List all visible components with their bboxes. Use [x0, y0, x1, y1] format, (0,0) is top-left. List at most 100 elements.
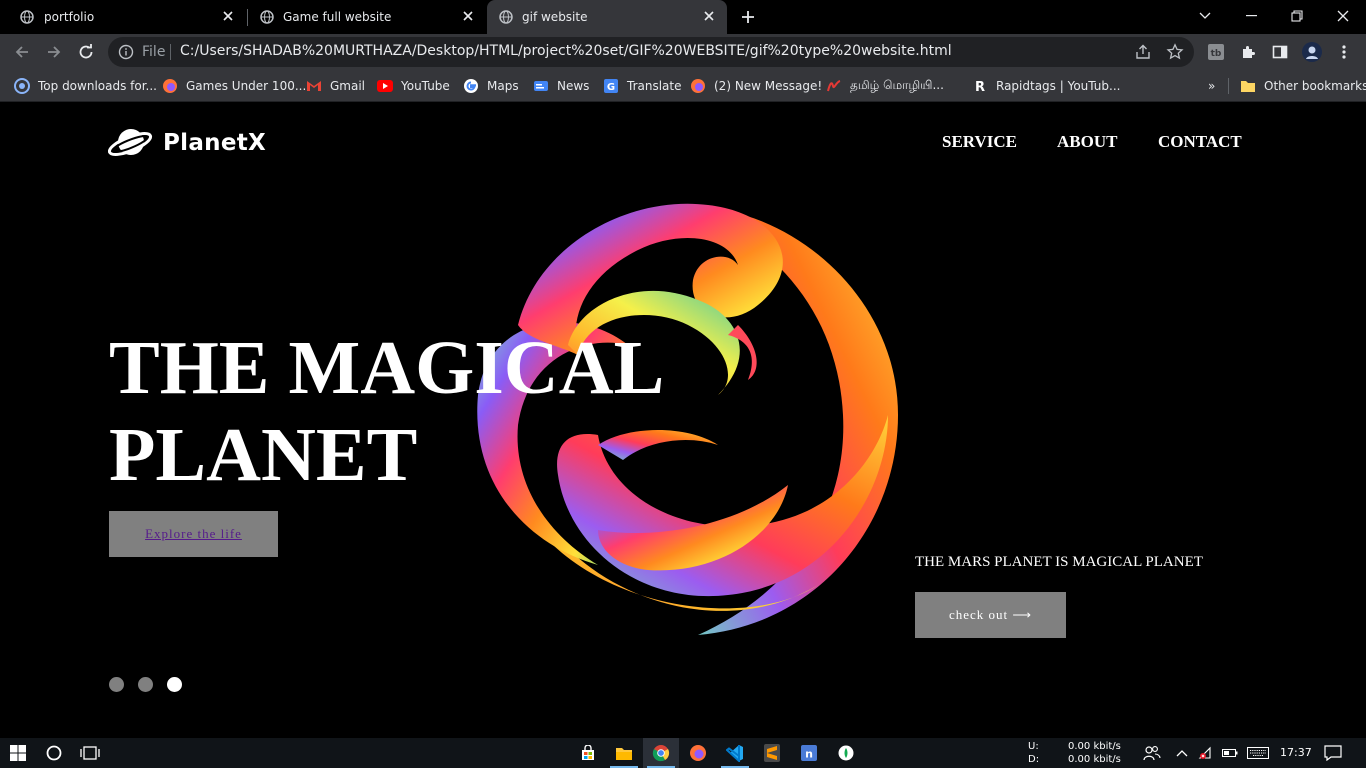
- explore-button[interactable]: Explore the life: [109, 511, 278, 557]
- keyboard-icon: [1247, 747, 1269, 759]
- more-bookmarks-button[interactable]: »: [1208, 76, 1215, 96]
- taskbar-app-vscode[interactable]: [717, 738, 753, 768]
- slide-indicator-2[interactable]: [138, 677, 153, 692]
- start-button[interactable]: [0, 738, 36, 768]
- close-icon[interactable]: [701, 8, 717, 24]
- store-icon: [582, 745, 594, 760]
- bookmark-item[interactable]: Top downloads for...: [14, 76, 157, 96]
- profile-avatar[interactable]: [1302, 42, 1322, 62]
- task-view-button[interactable]: [72, 738, 108, 768]
- clock-time[interactable]: 17:37: [1280, 746, 1312, 759]
- check-out-button[interactable]: check out ⟶: [915, 592, 1066, 638]
- reload-icon: [79, 44, 93, 59]
- taskbar-app-store[interactable]: [570, 738, 606, 768]
- notion-icon: n: [801, 745, 817, 761]
- taskbar-app-chrome[interactable]: [643, 738, 679, 768]
- close-window-button[interactable]: [1320, 0, 1366, 32]
- globe-icon: [499, 10, 513, 24]
- tab-portfolio[interactable]: portfolio: [0, 0, 246, 34]
- extension-1-icon[interactable]: tb: [1206, 42, 1226, 62]
- softonic-icon: [14, 78, 30, 94]
- slide-indicator-1[interactable]: [109, 677, 124, 692]
- tab-title: gif website: [522, 10, 588, 24]
- other-bookmarks-folder[interactable]: Other bookmarks: [1240, 76, 1366, 96]
- address-bar[interactable]: File C:/Users/SHADAB%20MURTHAZA/Desktop/…: [108, 37, 1194, 67]
- tab-title: portfolio: [44, 10, 95, 24]
- chevron-up-icon: [1176, 750, 1188, 757]
- notification-icon: [1324, 745, 1342, 761]
- firefox-icon: [690, 745, 706, 761]
- keyboard-button[interactable]: [1242, 738, 1274, 768]
- battery-icon: [1222, 749, 1238, 757]
- tamil-site-icon: [826, 78, 842, 94]
- search-button[interactable]: [36, 738, 72, 768]
- tab-title: Game full website: [283, 10, 392, 24]
- bookmark-label: (2) New Message!: [714, 79, 823, 93]
- side-panel-icon[interactable]: [1270, 42, 1290, 62]
- close-icon[interactable]: [460, 8, 476, 24]
- bookmark-label: Gmail: [330, 79, 366, 93]
- gmail-icon: [306, 78, 322, 94]
- bookmark-item[interactable]: (2) New Message!: [690, 76, 822, 96]
- restore-button[interactable]: [1274, 0, 1320, 32]
- tab-search-button[interactable]: [1182, 0, 1228, 32]
- divider: [1228, 78, 1229, 94]
- taskbar-app-mongodb[interactable]: [828, 738, 864, 768]
- taskbar-app-notion[interactable]: n: [791, 738, 827, 768]
- minimize-button[interactable]: [1228, 0, 1274, 32]
- restore-icon: [1291, 10, 1303, 22]
- info-icon[interactable]: [118, 44, 134, 60]
- firefox-icon: [162, 78, 178, 94]
- chrome-icon: [652, 745, 670, 762]
- bookmark-item[interactable]: Maps: [463, 76, 519, 96]
- bookmark-label: YouTube: [401, 79, 450, 93]
- site-logo[interactable]: PlanetX: [108, 125, 266, 160]
- nav-link-service[interactable]: SERVICE: [942, 132, 1017, 152]
- bookmarks-bar: Top downloads for... Games Under 100... …: [0, 70, 1366, 102]
- bookmark-item[interactable]: G Translate: [603, 76, 682, 96]
- bookmark-label: News: [557, 79, 590, 93]
- bookmark-label: தமிழ் மொழியி...: [850, 78, 944, 92]
- url-text[interactable]: C:/Users/SHADAB%20MURTHAZA/Desktop/HTML/…: [180, 43, 952, 59]
- action-center-button[interactable]: [1316, 738, 1350, 768]
- rapidtags-icon: R: [972, 78, 988, 94]
- hero-heading: THE MAGICAL PLANET: [109, 325, 664, 499]
- puzzle-icon[interactable]: [1238, 42, 1258, 62]
- close-icon[interactable]: [220, 8, 236, 24]
- share-icon[interactable]: [1134, 43, 1152, 61]
- slide-indicator-3[interactable]: [167, 677, 182, 692]
- back-button[interactable]: [10, 40, 34, 64]
- taskbar-app-firefox[interactable]: [680, 738, 716, 768]
- network-button[interactable]: [1192, 738, 1220, 768]
- bookmark-item[interactable]: YouTube: [377, 76, 450, 96]
- bookmark-item[interactable]: Gmail: [306, 76, 365, 96]
- new-tab-button[interactable]: [738, 7, 758, 27]
- globe-icon: [20, 10, 34, 24]
- taskbar-app-file-explorer[interactable]: [606, 738, 642, 768]
- bookmark-star-icon[interactable]: [1166, 43, 1184, 61]
- bookmark-item[interactable]: R Rapidtags | YouTub...: [972, 76, 1120, 96]
- bookmark-label: Maps: [487, 79, 519, 93]
- nav-link-contact[interactable]: CONTACT: [1158, 132, 1242, 152]
- bookmark-item[interactable]: Games Under 100...: [162, 76, 306, 96]
- tab-gif-website[interactable]: gif website: [487, 0, 727, 34]
- divider: [170, 44, 171, 60]
- tagline-text: THE MARS PLANET IS MAGICAL PLANET: [915, 554, 1203, 570]
- reload-button[interactable]: [74, 40, 98, 64]
- tab-game-full-website[interactable]: Game full website: [248, 0, 486, 34]
- close-icon: [1337, 10, 1349, 22]
- minimize-icon: [1245, 15, 1257, 17]
- taskbar-app-sublime[interactable]: [754, 738, 790, 768]
- chevron-double-right-icon: »: [1208, 79, 1216, 93]
- battery-button[interactable]: [1218, 738, 1242, 768]
- bookmark-label: Translate: [627, 79, 682, 93]
- menu-icon[interactable]: [1334, 42, 1354, 62]
- news-icon: [533, 78, 549, 94]
- vscode-icon: [726, 745, 743, 762]
- svg-text:n: n: [805, 748, 813, 761]
- bookmark-item[interactable]: News: [533, 76, 589, 96]
- windows-logo-icon: [10, 745, 26, 761]
- bookmark-item[interactable]: தமிழ் மொழியி...: [826, 76, 944, 96]
- forward-button[interactable]: [42, 40, 66, 64]
- nav-link-about[interactable]: ABOUT: [1057, 132, 1117, 152]
